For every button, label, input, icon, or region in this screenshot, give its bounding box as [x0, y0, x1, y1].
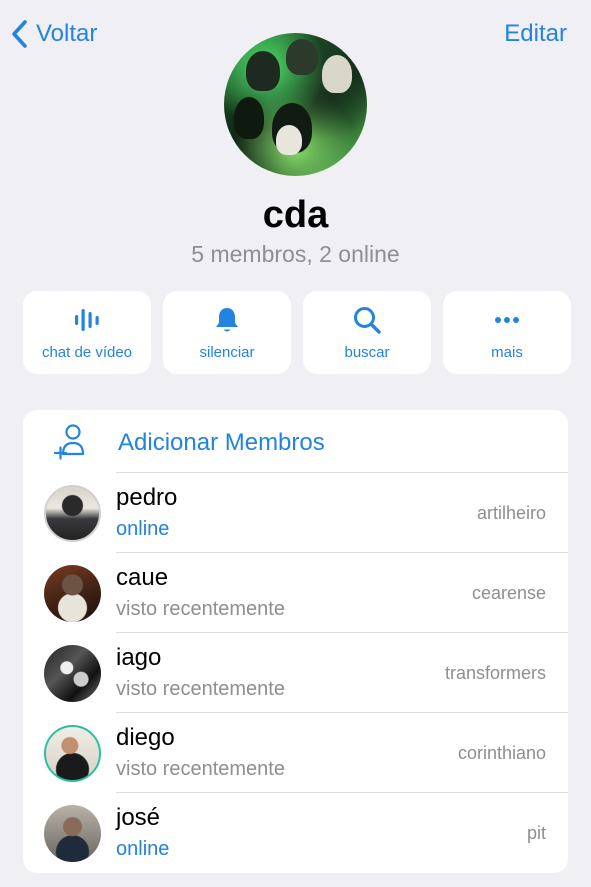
back-button[interactable]: Voltar [10, 18, 97, 50]
member-row-diego[interactable]: diego visto recentemente corinthiano [23, 713, 568, 793]
member-row-caue[interactable]: caue visto recentemente cearense [23, 553, 568, 633]
member-role: artilheiro [476, 503, 546, 523]
chevron-left-icon [12, 20, 27, 48]
member-status: visto recentemente [116, 678, 285, 700]
member-name: iago [116, 644, 162, 671]
bell-icon [216, 308, 238, 332]
video-chat-button[interactable]: chat de vídeo [23, 291, 151, 374]
video-chat-label: chat de vídeo [41, 344, 133, 361]
mute-button[interactable]: silenciar [163, 291, 291, 374]
edit-button[interactable]: Editar [504, 20, 567, 48]
member-row-iago[interactable]: iago visto recentemente transformers [23, 633, 568, 713]
search-label: buscar [344, 344, 390, 361]
members-card: Adicionar Membros pedro online artilheir… [23, 410, 568, 873]
member-row-jose[interactable]: josé online pit [23, 793, 568, 873]
back-label: Voltar [36, 20, 98, 47]
more-dots-icon [495, 317, 519, 323]
add-members-button[interactable]: Adicionar Membros [23, 410, 568, 472]
more-label: mais [491, 344, 523, 361]
member-status: online [116, 518, 170, 540]
group-subtitle: 5 membros, 2 online [191, 241, 400, 267]
group-avatar[interactable] [224, 33, 367, 176]
mute-label: silenciar [199, 344, 255, 361]
search-icon [354, 307, 381, 334]
video-waveform-icon [75, 309, 99, 331]
more-button[interactable]: mais [443, 291, 571, 374]
member-status: online [116, 838, 170, 860]
group-info-screen: Voltar Editar cda 5 membros, 2 online ch… [0, 0, 591, 887]
add-user-icon [53, 424, 85, 460]
avatar [44, 565, 101, 622]
member-role: corinthiano [457, 743, 546, 763]
avatar [44, 485, 101, 542]
member-status: visto recentemente [116, 758, 285, 780]
member-name: diego [116, 724, 175, 751]
member-name: pedro [116, 484, 178, 511]
group-title: cda [262, 194, 329, 236]
member-role: cearense [471, 583, 546, 603]
member-name: caue [116, 564, 169, 591]
avatar [44, 805, 101, 862]
member-role: pit [526, 823, 546, 843]
member-role: transformers [444, 663, 546, 683]
search-button[interactable]: buscar [303, 291, 431, 374]
member-status: visto recentemente [116, 598, 285, 620]
action-bar: chat de vídeo silenciar buscar mais [23, 291, 571, 374]
member-row-pedro[interactable]: pedro online artilheiro [23, 473, 568, 553]
avatar [44, 725, 101, 782]
add-members-label: Adicionar Membros [118, 429, 325, 456]
member-name: josé [116, 804, 161, 831]
avatar [44, 645, 101, 702]
